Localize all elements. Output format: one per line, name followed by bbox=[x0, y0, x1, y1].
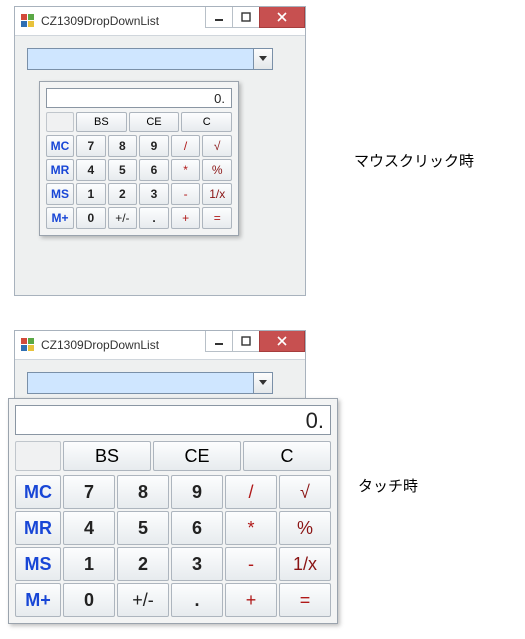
titlebar: CZ1309DropDownList bbox=[15, 7, 305, 36]
window-buttons bbox=[206, 7, 305, 27]
chevron-down-icon bbox=[259, 380, 267, 386]
calc-reciprocal-button[interactable]: 1/x bbox=[279, 547, 331, 581]
close-button[interactable] bbox=[259, 331, 305, 352]
calc-mem-store-button[interactable]: MS bbox=[15, 547, 61, 581]
calc-clear-button[interactable]: C bbox=[243, 441, 331, 471]
calc-mem-clear-button[interactable]: MC bbox=[15, 475, 61, 509]
minimize-button[interactable] bbox=[205, 331, 233, 352]
calc-digit-6-button[interactable]: 6 bbox=[171, 511, 223, 545]
dropdown-combo[interactable] bbox=[27, 48, 273, 70]
calc-digit-3-button[interactable]: 3 bbox=[171, 547, 223, 581]
minimize-button[interactable] bbox=[205, 7, 233, 28]
calc-backspace-button[interactable]: BS bbox=[63, 441, 151, 471]
calc-digit-8-button[interactable]: 8 bbox=[108, 135, 138, 157]
calc-mem-add-button[interactable]: M+ bbox=[46, 207, 74, 229]
calc-keypad: MC789/√ MR456*% MS123-1/x M+0+/-.+= bbox=[46, 135, 232, 229]
app-window-small: CZ1309DropDownList bbox=[14, 6, 306, 296]
chevron-down-icon bbox=[259, 56, 267, 62]
calc-digit-9-button[interactable]: 9 bbox=[171, 475, 223, 509]
titlebar: CZ1309DropDownList bbox=[15, 331, 305, 360]
calc-plus-button[interactable]: + bbox=[171, 207, 201, 229]
calc-digit-6-button[interactable]: 6 bbox=[139, 159, 169, 181]
maximize-button[interactable] bbox=[232, 331, 260, 352]
app-icon bbox=[21, 338, 35, 352]
calc-clear-button[interactable]: C bbox=[181, 112, 232, 132]
calc-mem-recall-button[interactable]: MR bbox=[46, 159, 74, 181]
calc-digit-4-button[interactable]: 4 bbox=[63, 511, 115, 545]
dropdown-combo[interactable] bbox=[27, 372, 273, 394]
calc-display: 0. bbox=[15, 405, 331, 435]
maximize-button[interactable] bbox=[232, 7, 260, 28]
calc-divide-button[interactable]: / bbox=[225, 475, 277, 509]
dropdown-toggle-button[interactable] bbox=[253, 373, 272, 393]
app-icon bbox=[21, 14, 35, 28]
close-button[interactable] bbox=[259, 7, 305, 28]
calc-multiply-button[interactable]: * bbox=[171, 159, 201, 181]
calc-sqrt-button[interactable]: √ bbox=[279, 475, 331, 509]
calc-sign-button[interactable]: +/- bbox=[117, 583, 169, 617]
calc-digit-8-button[interactable]: 8 bbox=[117, 475, 169, 509]
calc-digit-4-button[interactable]: 4 bbox=[76, 159, 106, 181]
dropdown-input[interactable] bbox=[28, 49, 253, 69]
caption-mouse: マウスクリック時 bbox=[354, 150, 474, 171]
calc-digit-5-button[interactable]: 5 bbox=[108, 159, 138, 181]
calc-equals-button[interactable]: = bbox=[202, 207, 232, 229]
calc-percent-button[interactable]: % bbox=[202, 159, 232, 181]
calc-mem-store-button[interactable]: MS bbox=[46, 183, 74, 205]
calc-sign-button[interactable]: +/- bbox=[108, 207, 138, 229]
calc-minus-button[interactable]: - bbox=[171, 183, 201, 205]
calc-minus-button[interactable]: - bbox=[225, 547, 277, 581]
calc-digit-0-button[interactable]: 0 bbox=[63, 583, 115, 617]
calc-reciprocal-button[interactable]: 1/x bbox=[202, 183, 232, 205]
calc-divide-button[interactable]: / bbox=[171, 135, 201, 157]
calc-mem-recall-button[interactable]: MR bbox=[15, 511, 61, 545]
calc-equals-button[interactable]: = bbox=[279, 583, 331, 617]
caption-touch: タッチ時 bbox=[358, 475, 418, 496]
calc-keypad: MC789/√ MR456*% MS123-1/x M+0+/-.+= bbox=[15, 475, 331, 617]
calc-dot-button[interactable]: . bbox=[139, 207, 169, 229]
calc-clear-entry-button[interactable]: CE bbox=[153, 441, 241, 471]
calc-digit-3-button[interactable]: 3 bbox=[139, 183, 169, 205]
calc-digit-7-button[interactable]: 7 bbox=[76, 135, 106, 157]
calc-topbar: BSCEC bbox=[15, 441, 331, 471]
calc-blank-button bbox=[46, 112, 74, 132]
calc-digit-5-button[interactable]: 5 bbox=[117, 511, 169, 545]
calc-digit-0-button[interactable]: 0 bbox=[76, 207, 106, 229]
window-title: CZ1309DropDownList bbox=[41, 338, 206, 352]
calc-dot-button[interactable]: . bbox=[171, 583, 223, 617]
calc-backspace-button[interactable]: BS bbox=[76, 112, 127, 132]
calc-display: 0. bbox=[46, 88, 232, 108]
calc-digit-7-button[interactable]: 7 bbox=[63, 475, 115, 509]
calc-multiply-button[interactable]: * bbox=[225, 511, 277, 545]
window-title: CZ1309DropDownList bbox=[41, 14, 206, 28]
calc-digit-2-button[interactable]: 2 bbox=[117, 547, 169, 581]
dropdown-input[interactable] bbox=[28, 373, 253, 393]
calc-digit-2-button[interactable]: 2 bbox=[108, 183, 138, 205]
calc-mem-clear-button[interactable]: MC bbox=[46, 135, 74, 157]
calc-digit-9-button[interactable]: 9 bbox=[139, 135, 169, 157]
calc-topbar: BSCEC bbox=[46, 112, 232, 132]
calculator-popup-small: 0. BSCEC MC789/√ MR456*% MS123-1/x M+0+/-.+… bbox=[39, 81, 239, 236]
calc-clear-entry-button[interactable]: CE bbox=[129, 112, 180, 132]
calc-digit-1-button[interactable]: 1 bbox=[76, 183, 106, 205]
calc-sqrt-button[interactable]: √ bbox=[202, 135, 232, 157]
calc-mem-add-button[interactable]: M+ bbox=[15, 583, 61, 617]
client-area bbox=[15, 36, 305, 82]
dropdown-toggle-button[interactable] bbox=[253, 49, 272, 69]
calc-plus-button[interactable]: + bbox=[225, 583, 277, 617]
calculator-popup-large: 0. BSCEC MC789/√ MR456*% MS123-1/x M+0+/-.+… bbox=[8, 398, 338, 624]
calc-percent-button[interactable]: % bbox=[279, 511, 331, 545]
app-window-large: CZ1309DropDownList bbox=[14, 330, 306, 400]
window-buttons bbox=[206, 331, 305, 351]
calc-blank-button bbox=[15, 441, 61, 471]
calc-digit-1-button[interactable]: 1 bbox=[63, 547, 115, 581]
